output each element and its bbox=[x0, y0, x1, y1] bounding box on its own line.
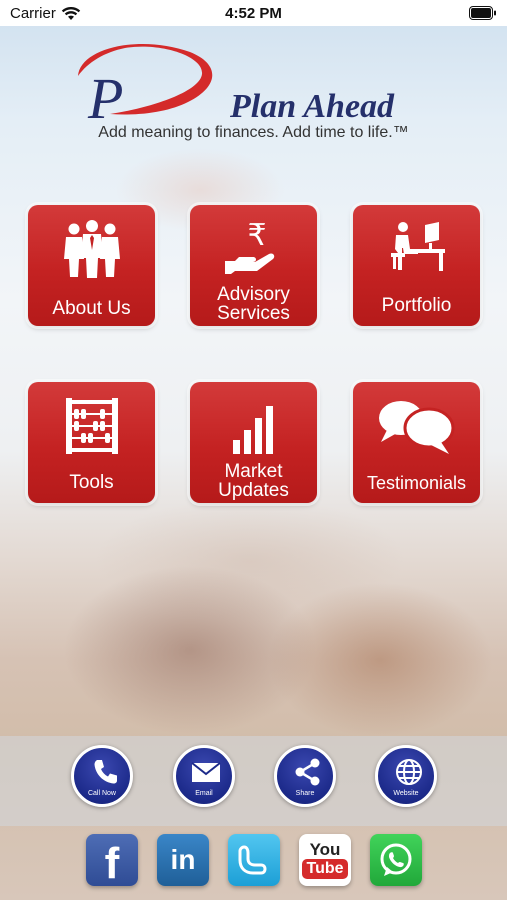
tile-label: Portfolio bbox=[381, 295, 452, 316]
youtube-icon[interactable]: You Tube bbox=[299, 834, 351, 886]
market-updates-button[interactable]: Market Updates bbox=[190, 382, 317, 503]
svg-text:₹: ₹ bbox=[247, 219, 266, 253]
facebook-icon[interactable]: f bbox=[86, 834, 138, 888]
about-us-button[interactable]: About Us bbox=[28, 205, 155, 326]
youtube-you: You bbox=[309, 840, 341, 859]
tile-label-line1: Market bbox=[224, 461, 283, 482]
share-label: Share bbox=[295, 790, 315, 797]
clock: 4:52 PM bbox=[225, 5, 282, 22]
twitter-icon[interactable] bbox=[228, 834, 280, 886]
speech-bubbles-icon bbox=[378, 401, 454, 454]
share-icon bbox=[295, 758, 320, 786]
call-now-label: Call Now bbox=[87, 790, 116, 797]
linkedin-icon[interactable]: in bbox=[157, 834, 209, 886]
desk-worker-icon bbox=[390, 222, 445, 271]
rupee-hand-icon: ₹ bbox=[224, 219, 274, 274]
whatsapp-icon[interactable] bbox=[370, 834, 422, 886]
whatsapp-glyph-icon bbox=[380, 843, 412, 876]
website-label: Website bbox=[393, 790, 419, 797]
tile-label: About Us bbox=[52, 298, 131, 319]
tile-label-line1: Advisory bbox=[217, 284, 290, 305]
logo-letter: P bbox=[88, 66, 124, 131]
email-button[interactable]: Email bbox=[173, 745, 235, 807]
website-button[interactable]: Website bbox=[375, 745, 437, 807]
battery-icon bbox=[469, 6, 496, 20]
status-bar: Carrier 4:52 PM bbox=[0, 0, 507, 26]
email-label: Email bbox=[195, 790, 213, 797]
advisory-services-button[interactable]: ₹ Advisory Services bbox=[190, 205, 317, 326]
globe-icon bbox=[396, 759, 422, 785]
share-button[interactable]: Share bbox=[274, 745, 336, 807]
tools-button[interactable]: Tools bbox=[28, 382, 155, 503]
youtube-tube: Tube bbox=[302, 859, 348, 879]
brand-name: Plan Ahead bbox=[230, 88, 395, 125]
testimonials-button[interactable]: Testimonials bbox=[353, 382, 480, 503]
abacus-icon bbox=[65, 398, 118, 454]
facebook-glyph: f bbox=[104, 839, 120, 888]
twitter-bird-icon bbox=[238, 845, 267, 875]
linkedin-glyph: in bbox=[170, 844, 196, 875]
tile-label-line2: Updates bbox=[218, 480, 289, 501]
tile-label: Testimonials bbox=[366, 473, 467, 493]
people-icon bbox=[63, 220, 120, 278]
tagline: Add meaning to finances. Add time to lif… bbox=[98, 124, 409, 141]
bar-chart-icon bbox=[232, 406, 273, 454]
envelope-icon bbox=[191, 762, 221, 782]
phone-icon bbox=[94, 760, 117, 784]
tile-label-line2: Services bbox=[217, 303, 290, 324]
tile-label: Tools bbox=[69, 472, 114, 493]
portfolio-button[interactable]: Portfolio bbox=[353, 205, 480, 326]
call-now-button[interactable]: Call Now bbox=[71, 745, 133, 807]
